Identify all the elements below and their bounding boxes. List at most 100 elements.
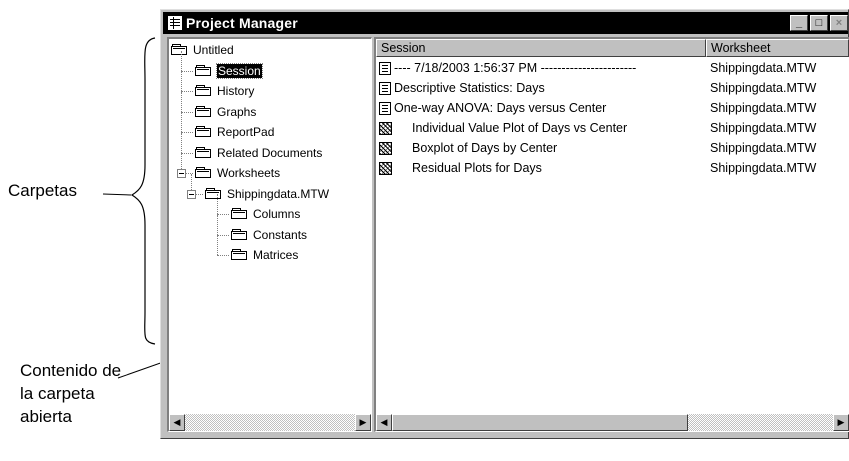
list-item[interactable]: Residual Plots for Days Shippingdata.MTW bbox=[376, 158, 849, 178]
tree-item-label: History bbox=[217, 84, 255, 99]
tree-item-label: Constants bbox=[253, 227, 308, 242]
tree-item-label: Graphs bbox=[217, 104, 257, 119]
tree-item-matrices[interactable]: Matrices bbox=[171, 235, 371, 266]
folder-icon bbox=[171, 44, 188, 56]
scroll-right-button[interactable]: ▶ bbox=[833, 414, 849, 431]
list-item[interactable]: One-way ANOVA: Days versus Center Shippin… bbox=[376, 98, 849, 118]
folder-tree-pane: Untitled Session History Graphs ReportPad Rel… bbox=[167, 37, 372, 432]
worksheet-name: Shippingdata.MTW bbox=[710, 161, 817, 175]
tree-item-untitled[interactable]: Untitled bbox=[171, 40, 371, 61]
title-bar[interactable]: Project Manager _ □ × bbox=[163, 12, 848, 34]
tree-connector bbox=[217, 235, 218, 255]
tree-item-related-documents[interactable]: Related Documents bbox=[171, 132, 371, 164]
folder-tree: Untitled Session History Graphs ReportPad Rel… bbox=[171, 40, 371, 266]
folder-icon bbox=[205, 187, 222, 200]
list-item[interactable]: Individual Value Plot of Days vs Center S… bbox=[376, 118, 849, 138]
list-horizontal-scrollbar[interactable]: ◀ ▶ bbox=[376, 414, 849, 431]
carpetas-pointer-line bbox=[102, 193, 132, 196]
session-entry-label: Boxplot of Days by Center bbox=[412, 141, 558, 155]
tree-item-reportpad[interactable]: ReportPad bbox=[171, 112, 371, 143]
scroll-left-button[interactable]: ◀ bbox=[376, 414, 392, 431]
tree-connector bbox=[181, 71, 182, 91]
column-header-worksheet[interactable]: Worksheet bbox=[706, 39, 849, 57]
worksheet-name: Shippingdata.MTW bbox=[710, 101, 817, 115]
scroll-left-button[interactable]: ◀ bbox=[169, 414, 185, 431]
session-entry-label: Residual Plots for Days bbox=[412, 161, 542, 175]
graph-icon bbox=[379, 161, 392, 175]
worksheet-name: Shippingdata.MTW bbox=[710, 61, 817, 75]
tree-connector bbox=[217, 194, 218, 214]
tree-item-label: Columns bbox=[253, 207, 301, 222]
folder-icon bbox=[195, 146, 212, 159]
session-entry-label: ---- 7/18/2003 1:56:37 PM --------------… bbox=[394, 61, 637, 75]
tree-connector bbox=[181, 132, 193, 133]
session-entry-label: Individual Value Plot of Days vs Center bbox=[412, 121, 628, 135]
tree-connector bbox=[181, 112, 182, 132]
list-header: Session Worksheet bbox=[376, 39, 849, 57]
tree-connector bbox=[181, 132, 182, 153]
scroll-track[interactable] bbox=[185, 414, 355, 431]
minimize-button[interactable]: _ bbox=[790, 15, 808, 31]
worksheet-name: Shippingdata.MTW bbox=[710, 121, 817, 135]
folder-icon bbox=[195, 167, 212, 179]
session-list: ---- 7/18/2003 1:56:37 PM --------------… bbox=[376, 58, 849, 178]
tree-item-label: Shippingdata.MTW bbox=[227, 186, 330, 201]
tree-item-label: Untitled bbox=[193, 43, 234, 58]
document-icon bbox=[379, 101, 391, 115]
folder-icon bbox=[195, 85, 212, 97]
tree-connector bbox=[217, 214, 218, 235]
tree-connector bbox=[181, 111, 193, 113]
folder-contents-pane: Session Worksheet ---- 7/18/2003 1:56:37… bbox=[374, 37, 849, 432]
document-icon bbox=[379, 61, 391, 75]
folder-icon bbox=[231, 249, 248, 261]
tree-item-shippingdata-mtw[interactable]: Shippingdata.MTW bbox=[171, 173, 371, 205]
tree-connector bbox=[181, 91, 182, 112]
maximize-button[interactable]: □ bbox=[810, 15, 828, 31]
tree-item-constants[interactable]: Constants bbox=[171, 214, 371, 246]
project-manager-window: Project Manager _ □ × Untitled Session His… bbox=[160, 9, 849, 439]
folder-icon bbox=[231, 228, 248, 241]
tree-item-label: Worksheets bbox=[217, 166, 281, 181]
scroll-right-button[interactable]: ▶ bbox=[355, 414, 371, 431]
session-entry-label: One-way ANOVA: Days versus Center bbox=[394, 101, 607, 115]
tree-connector bbox=[181, 70, 193, 72]
tree-connector bbox=[217, 234, 229, 236]
tree-item-label: Session bbox=[216, 62, 263, 79]
column-header-session[interactable]: Session bbox=[376, 39, 706, 57]
tree-item-graphs[interactable]: Graphs bbox=[171, 91, 371, 123]
tree-item-columns[interactable]: Columns bbox=[171, 194, 371, 225]
tree-connector bbox=[181, 152, 193, 154]
folders-brace bbox=[130, 37, 156, 345]
collapse-toggle-icon[interactable] bbox=[187, 189, 196, 199]
window-title: Project Manager bbox=[186, 15, 298, 31]
graph-icon bbox=[379, 121, 392, 135]
worksheet-name: Shippingdata.MTW bbox=[710, 141, 817, 155]
folder-icon bbox=[231, 208, 248, 220]
tree-item-session[interactable]: Session bbox=[171, 50, 371, 82]
list-item[interactable]: ---- 7/18/2003 1:56:37 PM --------------… bbox=[376, 58, 849, 78]
annotation-carpetas: Carpetas bbox=[8, 181, 77, 200]
tree-connector bbox=[181, 50, 182, 71]
scroll-thumb[interactable] bbox=[392, 414, 688, 431]
tree-connector bbox=[217, 214, 229, 215]
document-icon bbox=[379, 81, 391, 95]
open-folder-icon bbox=[195, 64, 212, 77]
project-manager-icon bbox=[168, 16, 182, 30]
list-item[interactable]: Descriptive Statistics: Days Shippingdata… bbox=[376, 78, 849, 98]
tree-item-worksheets[interactable]: Worksheets bbox=[171, 153, 371, 184]
annotation-contenido: Contenido de la carpeta abierta bbox=[20, 361, 122, 426]
scroll-track[interactable] bbox=[688, 414, 833, 431]
collapse-toggle-icon[interactable] bbox=[177, 169, 186, 178]
folder-icon bbox=[195, 126, 212, 138]
tree-connector bbox=[217, 255, 229, 256]
session-entry-label: Descriptive Statistics: Days bbox=[394, 81, 545, 95]
worksheet-name: Shippingdata.MTW bbox=[710, 81, 817, 95]
list-item[interactable]: Boxplot of Days by Center Shippingdata.MT… bbox=[376, 138, 849, 158]
tree-item-label: Related Documents bbox=[217, 145, 323, 160]
tree-horizontal-scrollbar[interactable]: ◀ ▶ bbox=[169, 414, 371, 431]
tree-connector bbox=[181, 91, 193, 92]
tree-item-label: ReportPad bbox=[217, 125, 275, 140]
graph-icon bbox=[379, 141, 392, 155]
close-button[interactable]: × bbox=[830, 15, 848, 31]
tree-item-history[interactable]: History bbox=[171, 71, 371, 102]
